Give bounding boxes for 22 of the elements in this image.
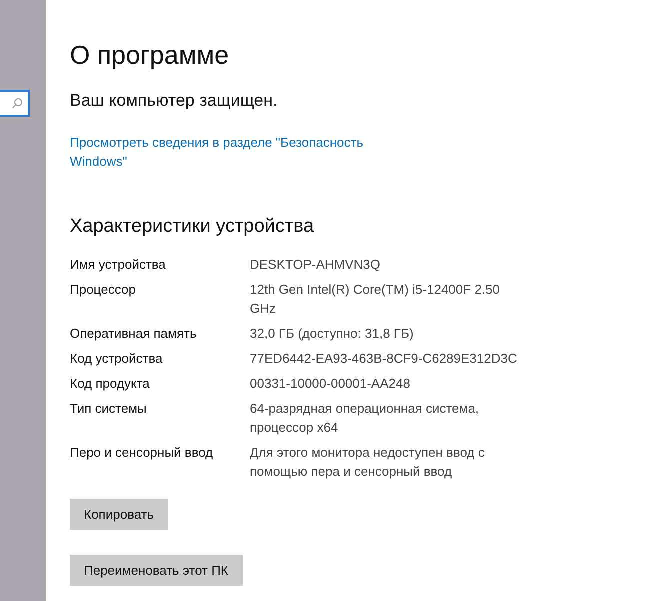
spec-label: Тип системы: [70, 400, 148, 418]
page-title: О программе: [70, 40, 230, 71]
spec-label: Код продукта: [70, 375, 151, 393]
spec-label: Код устройства: [70, 350, 164, 368]
copy-button[interactable]: Копировать: [70, 499, 168, 530]
spec-value: Для этого монитора недоступен ввод с помощью пера и сенсорный ввод: [250, 444, 486, 481]
spec-value: 64-разрядная операционная система, процессор x64: [250, 400, 480, 437]
spec-value: DESKTOP-AHMVN3Q: [250, 256, 382, 274]
spec-value: 12th Gen Intel(R) Core(TM) i5-12400F 2.50 GHz: [250, 281, 501, 318]
spec-label: Оперативная память: [70, 325, 198, 343]
spec-value: 32,0 ГБ (доступно: 31,8 ГБ): [250, 325, 415, 343]
spec-label: Процессор: [70, 281, 137, 299]
spec-label: Перо и сенсорный ввод: [70, 444, 214, 462]
spec-value: 77ED6442-EA93-463B-8CF9-C6289E312D3C: [250, 350, 518, 368]
spec-label: Имя устройства: [70, 256, 167, 274]
section-heading: Характеристики устройства: [70, 216, 316, 238]
security-status: Ваш компьютер защищен.: [70, 91, 279, 111]
rename-button[interactable]: Переименовать этот ПК: [70, 555, 242, 586]
security-link[interactable]: Просмотреть сведения в разделе "Безопасность Windows": [70, 133, 390, 171]
search-icon: [12, 98, 23, 109]
spec-value: 00331-10000-00001-AA248: [250, 375, 412, 393]
search-field[interactable]: [0, 90, 30, 117]
